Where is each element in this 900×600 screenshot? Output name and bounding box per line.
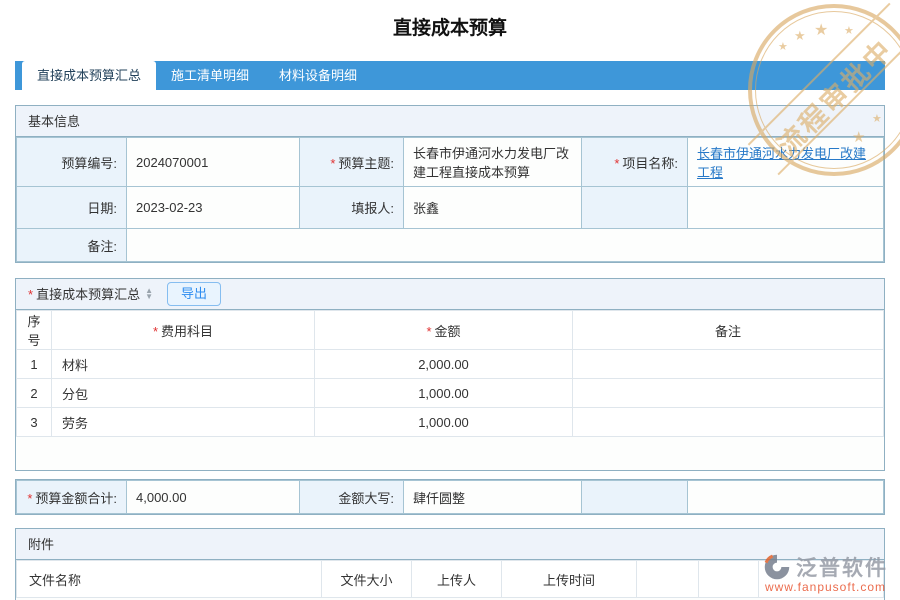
empty-label-cell bbox=[582, 481, 688, 514]
budget-no-value: 2024070001 bbox=[127, 138, 300, 187]
date-label: 日期: bbox=[17, 187, 127, 229]
row-subject: 分包 bbox=[52, 379, 315, 408]
basic-info-table: 预算编号: 2024070001 *预算主题: 长春市伊通河水力发电厂改建工程直… bbox=[16, 137, 884, 262]
amount-caps-value: 肆仟圆整 bbox=[404, 481, 582, 514]
subject-label: *预算主题: bbox=[300, 138, 404, 187]
required-marker: * bbox=[28, 279, 33, 310]
empty-value-cell bbox=[688, 481, 884, 514]
budget-no-label: 预算编号: bbox=[17, 138, 127, 187]
totals-table: *预算金额合计: 4,000.00 金额大写: 肆仟圆整 bbox=[16, 480, 884, 514]
col-amount: *金额 bbox=[315, 311, 573, 350]
cost-table: 序号 *费用科目 *金额 备注 1 材料 2,000.00 2 分包 1,000… bbox=[16, 310, 884, 437]
tab-bar: 直接成本预算汇总 施工清单明细 材料设备明细 bbox=[15, 61, 885, 90]
table-row[interactable]: 3 劳务 1,000.00 bbox=[17, 408, 884, 437]
required-marker: * bbox=[426, 324, 431, 339]
basic-info-panel: 基本信息 预算编号: 2024070001 *预算主题: 长春市伊通河水力发电厂… bbox=[15, 105, 885, 263]
cost-summary-panel: * 直接成本预算汇总 ▲▼ 导出 序号 *费用科目 *金额 备注 1 材料 2,… bbox=[15, 278, 885, 471]
attachments-panel: 附件 文件名称 文件大小 上传人 上传时间 bbox=[15, 528, 885, 600]
remark-label: 备注: bbox=[17, 229, 127, 262]
required-marker: * bbox=[330, 156, 335, 171]
total-amount-label: *预算金额合计: bbox=[17, 481, 127, 514]
page: 直接成本预算 流程审批中 ★ ★ ★ ★ ★ ★ 直接成本预算汇总 施工清单明细… bbox=[0, 0, 900, 600]
project-label: *项目名称: bbox=[582, 138, 688, 187]
table-empty-area bbox=[16, 437, 884, 470]
basic-info-title: 基本信息 bbox=[28, 106, 80, 137]
tab-construction-list-detail[interactable]: 施工清单明细 bbox=[156, 61, 264, 90]
required-marker: * bbox=[614, 156, 619, 171]
row-no: 2 bbox=[17, 379, 52, 408]
table-row[interactable]: 2 分包 1,000.00 bbox=[17, 379, 884, 408]
totals-strip: *预算金额合计: 4,000.00 金额大写: 肆仟圆整 bbox=[15, 479, 885, 515]
required-marker: * bbox=[153, 324, 158, 339]
row-amount: 1,000.00 bbox=[315, 408, 573, 437]
cost-summary-title: 直接成本预算汇总 bbox=[36, 279, 140, 310]
attachments-title: 附件 bbox=[28, 529, 54, 560]
export-button[interactable]: 导出 bbox=[167, 282, 221, 306]
col-subject: *费用科目 bbox=[52, 311, 315, 350]
project-value-cell: 长春市伊通河水力发电厂改建工程 bbox=[688, 138, 884, 187]
col-upload-time: 上传时间 bbox=[502, 561, 637, 598]
remark-value bbox=[127, 229, 884, 262]
row-amount: 1,000.00 bbox=[315, 379, 573, 408]
total-amount-value: 4,000.00 bbox=[127, 481, 300, 514]
attachments-header: 附件 bbox=[16, 529, 884, 560]
table-row[interactable]: 1 材料 2,000.00 bbox=[17, 350, 884, 379]
reporter-label: 填报人: bbox=[300, 187, 404, 229]
empty-cell bbox=[699, 561, 759, 598]
row-subject: 材料 bbox=[52, 350, 315, 379]
required-marker: * bbox=[27, 491, 32, 506]
row-subject: 劳务 bbox=[52, 408, 315, 437]
empty-cell bbox=[637, 561, 699, 598]
fanpu-logo-icon bbox=[763, 553, 791, 581]
fanpu-logo: 泛普软件 www.fanpusoft.com bbox=[763, 552, 888, 594]
col-remark: 备注 bbox=[573, 311, 884, 350]
row-remark bbox=[573, 350, 884, 379]
fanpu-logo-url: www.fanpusoft.com bbox=[763, 580, 888, 594]
row-no: 3 bbox=[17, 408, 52, 437]
star-icon: ★ bbox=[778, 40, 788, 53]
fanpu-logo-text: 泛普软件 bbox=[796, 552, 888, 582]
empty-label-cell bbox=[582, 187, 688, 229]
row-amount: 2,000.00 bbox=[315, 350, 573, 379]
date-value: 2023-02-23 bbox=[127, 187, 300, 229]
basic-info-header: 基本信息 bbox=[16, 106, 884, 137]
reporter-value: 张鑫 bbox=[404, 187, 582, 229]
empty-value-cell bbox=[688, 187, 884, 229]
col-file-size: 文件大小 bbox=[322, 561, 412, 598]
subject-value: 长春市伊通河水力发电厂改建工程直接成本预算 bbox=[404, 138, 582, 187]
sort-icon[interactable]: ▲▼ bbox=[145, 288, 153, 300]
col-no: 序号 bbox=[17, 311, 52, 350]
col-uploader: 上传人 bbox=[412, 561, 502, 598]
project-link[interactable]: 长春市伊通河水力发电厂改建工程 bbox=[697, 146, 866, 180]
attachments-table: 文件名称 文件大小 上传人 上传时间 bbox=[16, 560, 884, 598]
tab-material-equipment-detail[interactable]: 材料设备明细 bbox=[264, 61, 372, 90]
tab-direct-cost-summary[interactable]: 直接成本预算汇总 bbox=[22, 61, 156, 90]
cost-summary-header: * 直接成本预算汇总 ▲▼ 导出 bbox=[16, 279, 884, 310]
amount-caps-label: 金额大写: bbox=[300, 481, 404, 514]
row-remark bbox=[573, 408, 884, 437]
row-remark bbox=[573, 379, 884, 408]
page-title: 直接成本预算 bbox=[0, 0, 900, 40]
row-no: 1 bbox=[17, 350, 52, 379]
col-file-name: 文件名称 bbox=[17, 561, 322, 598]
